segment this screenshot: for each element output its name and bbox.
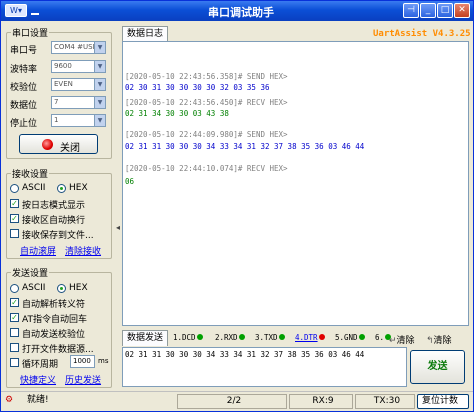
recv-hex-label: HEX [69, 183, 88, 193]
rxd-led-icon [238, 334, 245, 340]
signal-txd[interactable]: 3.TXD [255, 333, 285, 342]
clear-send-data-button[interactable]: ↰清除 [426, 333, 452, 346]
gnd-led-icon [358, 334, 365, 340]
serial-settings-title: 串口设置 [11, 26, 50, 39]
status-progress: 2/2 [177, 394, 287, 409]
recv-wrap-checkbox[interactable]: ✓ [10, 214, 19, 223]
cycle-unit-label: ms [98, 357, 109, 365]
chevron-down-icon: ▼ [94, 115, 105, 126]
status-tx-count: TX:30 [355, 394, 415, 409]
close-button[interactable]: ✕ [454, 3, 470, 18]
recv-log-mode-checkbox[interactable]: ✓ [10, 199, 19, 208]
tab-data-send[interactable]: 数据发送 [122, 330, 169, 346]
log-line: [2020-05-10 22:43:56.358]# SEND HEX> [125, 72, 288, 81]
send-history-link[interactable]: 历史发送 [65, 373, 101, 386]
log-line: 02 31 31 30 30 30 34 33 34 31 32 37 38 3… [125, 142, 365, 151]
status-rx-count: RX:9 [289, 394, 353, 409]
status-text: 就绪! [27, 395, 49, 405]
app-window: W▾ 串口调试助手 ⊣ _ □ ✕ 串口设置 串口号 COM4 #USI ▼ 波特… [0, 0, 474, 412]
recv-wrap-label: 接收区自动换行 [22, 216, 86, 226]
port-label: 串口号 [10, 46, 38, 56]
stopbits-select[interactable]: 1 ▼ [51, 114, 106, 127]
tab-data-log[interactable]: 数据日志 [122, 26, 169, 42]
title-bar: W▾ 串口调试助手 ⊣ _ □ ✕ [1, 1, 473, 21]
recv-save-file-checkbox[interactable] [10, 229, 19, 238]
clear-receive-link[interactable]: 清除接收 [65, 244, 101, 257]
recv-hex-radio[interactable] [57, 184, 66, 193]
collapse-left-icon[interactable]: ◂ [116, 223, 120, 232]
chevron-down-icon: ▼ [94, 42, 105, 53]
recv-ascii-label: ASCII [22, 183, 46, 193]
stopbits-label: 停止位 [10, 119, 38, 129]
send-settings-title: 发送设置 [11, 266, 50, 279]
send-checksum-label: 自动发送校验位 [22, 330, 86, 340]
dtr-led-icon [318, 334, 325, 340]
window-title: 串口调试助手 [208, 6, 274, 19]
log-line: [2020-05-10 22:43:56.450]# RECV HEX> [125, 98, 288, 107]
send-ascii-label: ASCII [22, 283, 46, 293]
databits-select[interactable]: 7 ▼ [51, 96, 106, 109]
chevron-down-icon: ▼ [94, 61, 105, 72]
port-status-led-icon [42, 139, 53, 150]
recv-log-mode-label: 按日志模式显示 [22, 201, 86, 211]
chevron-down-icon: ▼ [94, 79, 105, 90]
parity-select[interactable]: EVEN ▼ [51, 78, 106, 91]
close-port-button[interactable]: 关闭 [19, 134, 98, 154]
pin-icon[interactable]: ⊣ [403, 3, 419, 18]
reset-count-button[interactable]: 复位计数 [417, 394, 469, 409]
log-line: [2020-05-10 22:44:09.980]# SEND HEX> [125, 130, 288, 139]
send-at-cr-label: AT指令自动回车 [22, 315, 87, 325]
parity-label: 校验位 [10, 83, 38, 93]
signal-gnd[interactable]: 5.GND [335, 333, 365, 342]
dcd-led-icon [196, 334, 203, 340]
chevron-down-icon: ▼ [94, 97, 105, 108]
close-port-label: 关闭 [60, 143, 80, 154]
brand-version[interactable]: UartAssist V4.3.25 [373, 29, 471, 39]
send-ascii-radio[interactable] [10, 284, 19, 293]
send-escape-checkbox[interactable]: ✓ [10, 298, 19, 307]
clear-send-button[interactable]: ↵清除 [389, 333, 415, 346]
minimize-button[interactable]: _ [420, 3, 436, 18]
log-line: 06 [125, 177, 135, 186]
receive-log-area[interactable]: [2020-05-10 22:43:56.358]# SEND HEX> 02 … [122, 41, 469, 326]
send-cycle-checkbox[interactable] [10, 358, 19, 367]
status-bar: ⚙ 就绪! 2/2 RX:9 TX:30 复位计数 [1, 391, 473, 411]
cycle-period-input[interactable]: 1000 [70, 355, 95, 368]
send-at-cr-checkbox[interactable]: ✓ [10, 313, 19, 322]
clear-icon: ↵ [389, 336, 397, 346]
log-line: [2020-05-10 22:44:10.074]# RECV HEX> [125, 164, 288, 173]
log-line: 02 30 31 30 30 30 30 32 03 35 36 [125, 83, 270, 92]
autoscroll-link[interactable]: 自动滚屏 [20, 244, 56, 257]
send-hex-radio[interactable] [57, 284, 66, 293]
recv-save-file-label: 接收保存到文件... [22, 231, 94, 241]
panel-splitter[interactable]: ◂ [116, 23, 121, 388]
send-cycle-label: 循环周期 [22, 360, 59, 370]
maximize-button[interactable]: □ [437, 3, 453, 18]
send-file-source-label: 打开文件数据源... [22, 345, 94, 355]
status-icon: ⚙ [5, 395, 14, 405]
send-hex-label: HEX [69, 283, 88, 293]
window-menu-icon[interactable]: W▾ [5, 4, 27, 17]
send-escape-label: 自动解析转义符 [22, 300, 86, 310]
collapse-icon[interactable] [31, 7, 39, 15]
log-line: 02 31 34 30 30 03 43 38 [125, 109, 229, 118]
txd-led-icon [278, 334, 285, 340]
send-file-source-checkbox[interactable] [10, 343, 19, 352]
baud-select[interactable]: 9600 ▼ [51, 60, 106, 73]
baud-label: 波特率 [10, 65, 38, 75]
send-checksum-checkbox[interactable] [10, 328, 19, 337]
receive-settings-title: 接收设置 [11, 167, 50, 180]
send-button[interactable]: 发送 [410, 350, 465, 384]
databits-label: 数据位 [10, 101, 38, 111]
signal-rxd[interactable]: 2.RXD [215, 333, 245, 342]
send-data-input[interactable]: 02 31 31 30 30 30 34 33 34 31 32 37 38 3… [122, 347, 407, 387]
signal-dtr[interactable]: 4.DTR [295, 333, 325, 342]
undo-icon: ↰ [426, 336, 434, 346]
port-select[interactable]: COM4 #USI ▼ [51, 41, 106, 54]
recv-ascii-radio[interactable] [10, 184, 19, 193]
shortcut-define-link[interactable]: 快捷定义 [20, 373, 56, 386]
signal-dcd[interactable]: 1.DCD [173, 333, 203, 342]
